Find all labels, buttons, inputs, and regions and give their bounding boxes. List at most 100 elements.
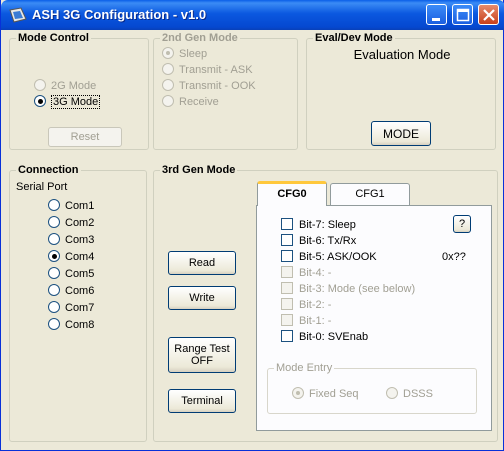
- radio-transmit-ook[interactable]: Transmit - OOK: [162, 79, 256, 93]
- close-icon: [483, 9, 495, 21]
- radio-label: Com3: [65, 234, 95, 246]
- radio-2g-mode[interactable]: 2G Mode: [34, 79, 96, 93]
- checkbox-label: Bit-7: Sleep: [299, 219, 356, 231]
- app-window: ASH 3G Configuration - v1.0 Mode Control…: [0, 0, 504, 451]
- mode-entry-group: Mode Entry Fixed Seq DSSS: [267, 361, 477, 414]
- radio-sleep[interactable]: Sleep: [162, 47, 207, 61]
- maximize-icon: [456, 8, 470, 22]
- radio-com1[interactable]: Com1: [48, 199, 94, 213]
- radio-button: [48, 267, 60, 279]
- eval-dev-group: Eval/Dev Mode Evaluation Mode MODE: [306, 31, 496, 150]
- eval-dev-title: Eval/Dev Mode: [313, 31, 395, 45]
- radio-dot: [296, 391, 300, 395]
- checkbox: [281, 314, 293, 326]
- radio-label: 2G Mode: [51, 80, 97, 92]
- radio-label: Transmit - ASK: [179, 64, 253, 76]
- radio-label: Com5: [65, 268, 95, 280]
- checkbox-bit7[interactable]: Bit-7: Sleep: [281, 218, 356, 232]
- cfg0-tab-panel: Bit-7: Sleep Bit-6: Tx/Rx Bit-5: ASK/OOK…: [256, 205, 492, 431]
- radio-button: [48, 233, 60, 245]
- radio-button: [162, 79, 174, 91]
- radio-button: [386, 387, 398, 399]
- radio-button: [48, 301, 60, 313]
- checkbox: [281, 330, 293, 342]
- checkbox-label: Bit-1: -: [299, 315, 332, 327]
- radio-button: [34, 95, 46, 107]
- radio-receive[interactable]: Receive: [162, 95, 219, 109]
- title-bar[interactable]: ASH 3G Configuration - v1.0: [1, 0, 504, 30]
- reset-button[interactable]: Reset: [48, 127, 122, 147]
- radio-label: Com6: [65, 285, 95, 297]
- checkbox: [281, 234, 293, 246]
- radio-com8[interactable]: Com8: [48, 318, 94, 332]
- radio-button: [162, 47, 174, 59]
- checkbox-label: Bit-2: -: [299, 299, 332, 311]
- radio-label: Com8: [65, 319, 95, 331]
- connection-group: Connection Serial Port Com1 Com2 Com3 Co…: [9, 163, 147, 442]
- radio-transmit-ask[interactable]: Transmit - ASK: [162, 63, 253, 77]
- radio-com3[interactable]: Com3: [48, 233, 94, 247]
- checkbox: [281, 266, 293, 278]
- radio-com4[interactable]: Com4: [48, 250, 94, 264]
- close-button[interactable]: [478, 4, 499, 25]
- checkbox: [281, 282, 293, 294]
- terminal-button[interactable]: Terminal: [168, 389, 236, 413]
- range-test-label: Range Test: [174, 343, 230, 355]
- app-icon: [9, 7, 27, 23]
- gen3-mode-group: 3rd Gen Mode Read Write Range Test OFF T…: [153, 163, 498, 442]
- gen2-mode-title: 2nd Gen Mode: [160, 31, 240, 45]
- radio-com2[interactable]: Com2: [48, 216, 94, 230]
- radio-com7[interactable]: Com7: [48, 301, 94, 315]
- radio-label: Fixed Seq: [309, 388, 359, 400]
- help-button[interactable]: ?: [453, 215, 471, 233]
- minimize-icon: [432, 18, 440, 21]
- checkbox-bit0[interactable]: Bit-0: SVEnab: [281, 330, 368, 344]
- radio-button: [48, 216, 60, 228]
- mode-control-group: Mode Control 2G Mode 3G Mode Reset: [9, 31, 149, 150]
- mode-button[interactable]: MODE: [371, 121, 431, 146]
- checkbox-bit1[interactable]: Bit-1: -: [281, 314, 331, 328]
- window-title: ASH 3G Configuration - v1.0: [32, 7, 207, 22]
- tab-cfg0[interactable]: CFG0: [257, 181, 327, 206]
- minimize-button[interactable]: [426, 4, 447, 25]
- checkbox-label: Bit-6: Tx/Rx: [299, 235, 357, 247]
- tab-cfg1[interactable]: CFG1: [330, 183, 410, 205]
- checkbox-label: Bit-3: Mode (see below): [299, 283, 416, 295]
- range-test-button[interactable]: Range Test OFF: [168, 337, 236, 373]
- radio-button: [48, 284, 60, 296]
- checkbox: [281, 218, 293, 230]
- checkbox-label: Bit-0: SVEnab: [299, 331, 369, 343]
- radio-3g-mode[interactable]: 3G Mode: [34, 95, 101, 109]
- checkbox-bit2[interactable]: Bit-2: -: [281, 298, 331, 312]
- radio-label: Com2: [65, 217, 95, 229]
- radio-button: [162, 95, 174, 107]
- checkbox-label: Bit-4: -: [299, 267, 332, 279]
- checkbox-bit6[interactable]: Bit-6: Tx/Rx: [281, 234, 356, 248]
- write-button[interactable]: Write: [168, 286, 236, 310]
- radio-com6[interactable]: Com6: [48, 284, 94, 298]
- checkbox-bit4[interactable]: Bit-4: -: [281, 266, 331, 280]
- checkbox-bit3[interactable]: Bit-3: Mode (see below): [281, 282, 415, 296]
- range-test-state: OFF: [191, 355, 213, 367]
- radio-dot: [51, 253, 57, 259]
- radio-label: 3G Mode: [51, 95, 101, 109]
- radio-fixed-seq[interactable]: Fixed Seq: [292, 387, 359, 401]
- radio-dsss[interactable]: DSSS: [386, 387, 433, 401]
- radio-label: Com4: [65, 251, 95, 263]
- gen2-mode-group: 2nd Gen Mode Sleep Transmit - ASK Transm…: [153, 31, 298, 150]
- eval-mode-status: Evaluation Mode: [353, 47, 451, 62]
- radio-com5[interactable]: Com5: [48, 267, 94, 281]
- serial-port-label: Serial Port: [16, 181, 68, 193]
- radio-button: [48, 250, 60, 262]
- checkbox-bit5[interactable]: Bit-5: ASK/OOK: [281, 250, 377, 264]
- radio-button: [292, 387, 304, 399]
- radio-dot: [166, 51, 170, 55]
- radio-button: [48, 318, 60, 330]
- radio-label: Transmit - OOK: [179, 80, 256, 92]
- radio-label: Receive: [179, 96, 219, 108]
- radio-button: [48, 199, 60, 211]
- radio-label: Sleep: [179, 48, 208, 60]
- gen3-mode-title: 3rd Gen Mode: [160, 163, 238, 177]
- read-button[interactable]: Read: [168, 251, 236, 275]
- maximize-button[interactable]: [452, 4, 473, 25]
